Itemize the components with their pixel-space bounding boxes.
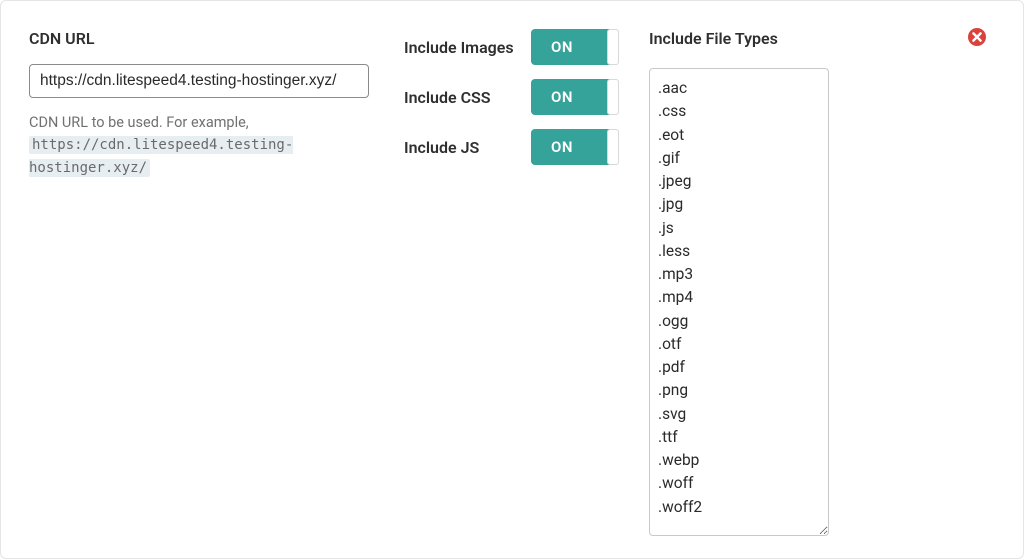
cdn-url-input[interactable] (29, 64, 369, 98)
cdn-url-label: CDN URL (29, 29, 374, 48)
file-types-label: Include File Types (649, 29, 995, 48)
remove-button[interactable] (967, 27, 987, 47)
file-types-wrap (649, 68, 995, 540)
include-js-label: Include JS (404, 138, 479, 157)
include-css-toggle[interactable]: ON (531, 79, 619, 115)
include-js-toggle[interactable]: ON (531, 129, 619, 165)
include-js-row: Include JS ON (404, 129, 619, 165)
file-types-section: Include File Types (649, 29, 995, 530)
cdn-url-help-text: CDN URL to be used. For example, (29, 114, 249, 131)
include-css-label: Include CSS (404, 88, 491, 107)
toggle-knob (607, 29, 619, 65)
include-images-toggle[interactable]: ON (531, 29, 619, 65)
include-css-row: Include CSS ON (404, 79, 619, 115)
cdn-url-section: CDN URL CDN URL to be used. For example,… (29, 29, 374, 530)
toggle-knob (607, 79, 619, 115)
include-toggles-section: Include Images ON Include CSS ON Include… (404, 29, 619, 530)
cdn-settings-panel: CDN URL CDN URL to be used. For example,… (0, 0, 1024, 559)
cdn-url-help-code: https://cdn.litespeed4.testing-hostinger… (29, 136, 293, 177)
file-types-textarea[interactable] (649, 68, 829, 536)
include-js-toggle-text: ON (551, 138, 573, 156)
include-css-toggle-text: ON (551, 88, 573, 106)
cdn-url-help: CDN URL to be used. For example, https:/… (29, 112, 374, 180)
close-circle-icon (967, 27, 987, 47)
include-images-toggle-text: ON (551, 38, 573, 56)
include-images-label: Include Images (404, 38, 514, 57)
include-images-row: Include Images ON (404, 29, 619, 65)
toggle-knob (607, 129, 619, 165)
